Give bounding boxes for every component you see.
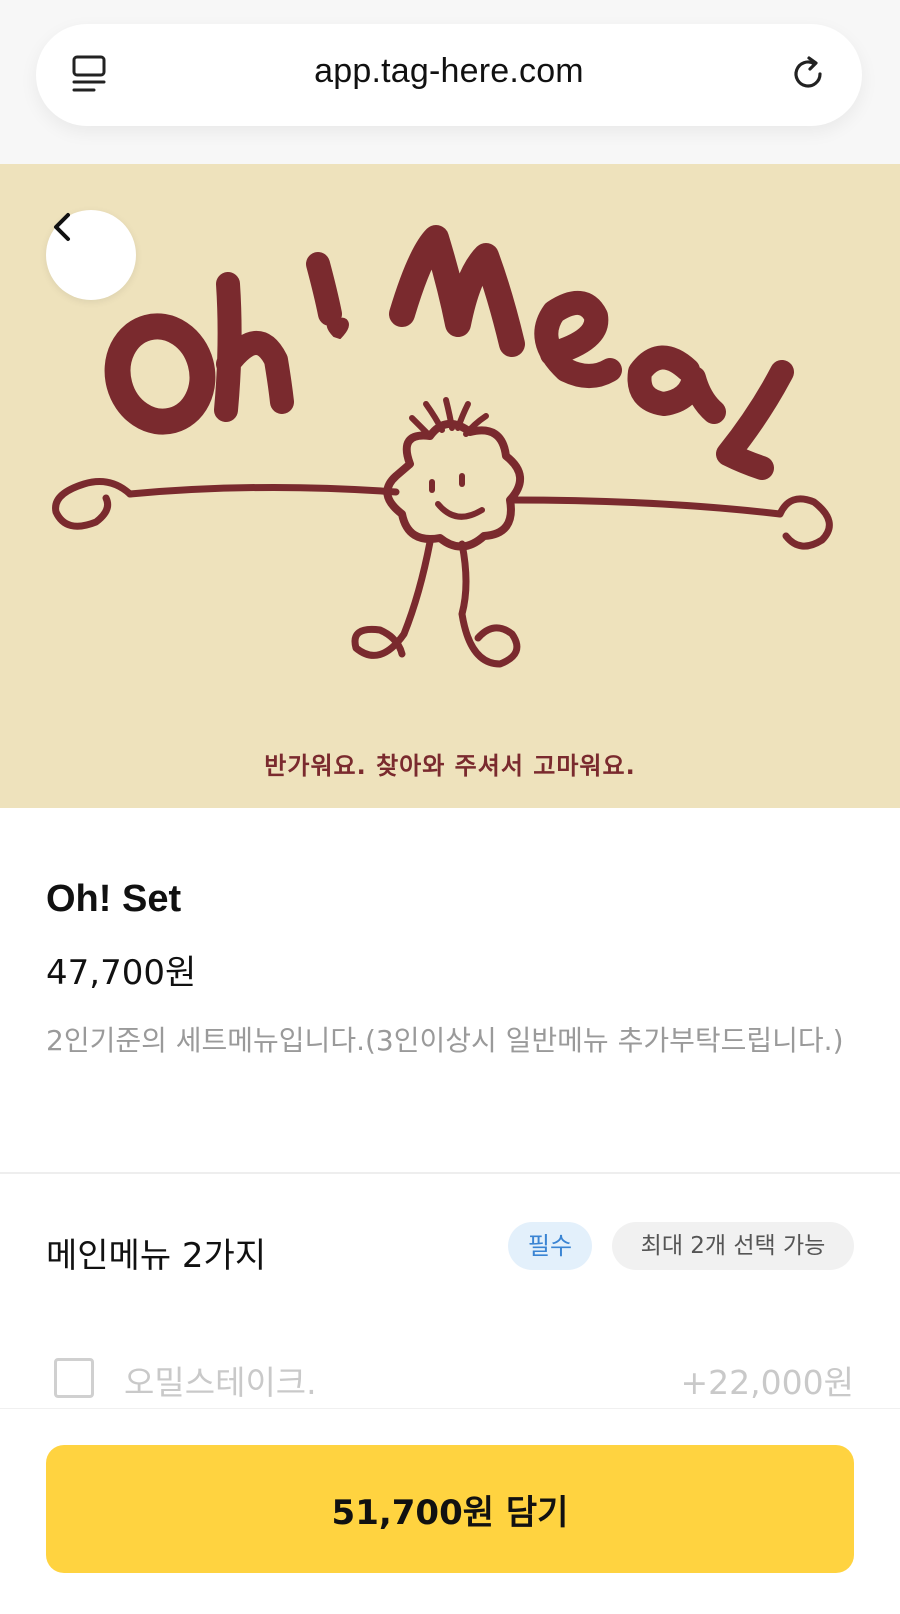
browser-toolbar: app.tag-here.com bbox=[0, 0, 900, 164]
hero-image: 반가워요. 찾아와 주셔서 고마워요. bbox=[0, 164, 900, 808]
option-group-header: 메인메뉴 2가지 필수 최대 2개 선택 가능 bbox=[46, 1222, 854, 1278]
back-button[interactable] bbox=[46, 210, 136, 300]
required-badge: 필수 bbox=[508, 1222, 592, 1270]
option-label[interactable]: 오밀스테이크. bbox=[124, 1356, 317, 1404]
address-bar[interactable]: app.tag-here.com bbox=[36, 24, 862, 126]
option-checkbox[interactable] bbox=[54, 1358, 94, 1398]
product-price: 47,700원 bbox=[46, 953, 197, 993]
option-price: +22,000원 bbox=[680, 1363, 854, 1402]
product-name: Oh! Set bbox=[46, 878, 182, 920]
hero-caption: 반가워요. 찾아와 주셔서 고마워요. bbox=[264, 752, 636, 780]
max-select-badge: 최대 2개 선택 가능 bbox=[612, 1222, 854, 1270]
add-to-cart-button[interactable]: 51,700원 담기 bbox=[46, 1445, 854, 1573]
option-item[interactable]: 오밀스테이크. +22,000원 bbox=[46, 1352, 854, 1408]
section-divider bbox=[0, 1172, 900, 1174]
reload-icon[interactable] bbox=[788, 54, 828, 94]
option-group-title: 메인메뉴 2가지 bbox=[46, 1236, 267, 1276]
url-text[interactable]: app.tag-here.com bbox=[36, 52, 862, 91]
product-description: 2인기준의 세트메뉴입니다.(3인이상시 일반메뉴 추가부탁드립니다.) bbox=[46, 1024, 844, 1057]
chevron-left-icon bbox=[54, 213, 70, 241]
bottom-action-bar: 51,700원 담기 bbox=[0, 1408, 900, 1614]
product-info: Oh! Set 47,700원 2인기준의 세트메뉴입니다.(3인이상시 일반메… bbox=[46, 878, 856, 1066]
